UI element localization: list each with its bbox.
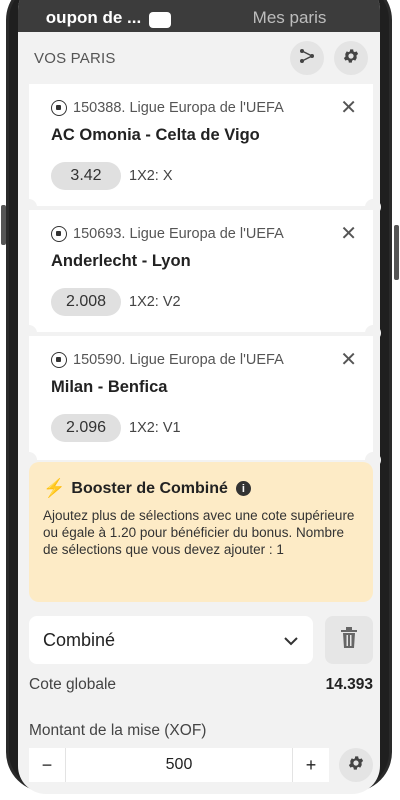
- league-line: 150693. Ligue Europa de l'UEFA: [51, 226, 284, 242]
- booster-title-row: ⚡ Booster de Combiné i: [43, 478, 359, 499]
- odds-pill: 2.096: [51, 414, 121, 442]
- info-icon[interactable]: i: [235, 481, 251, 496]
- tab-count-badge: [149, 12, 172, 28]
- league-line: 150590. Ligue Europa de l'UEFA: [51, 352, 284, 368]
- league-line: 150388. Ligue Europa de l'UEFA: [51, 100, 284, 116]
- page-title: VOS PARIS: [34, 49, 116, 67]
- top-tabs: oupon de ... Mes paris: [18, 0, 380, 32]
- soccer-ball-icon: [51, 100, 67, 116]
- share-icon: [299, 48, 315, 69]
- bet-card: 150388. Ligue Europa de l'UEFA AC Omonia…: [29, 84, 373, 206]
- stake-label-row: Montant de la mise (XOF): [29, 722, 373, 740]
- tab-mes-paris[interactable]: Mes paris: [199, 0, 380, 32]
- stake-settings-button[interactable]: [339, 748, 373, 782]
- stake-label: Montant de la mise (XOF): [29, 722, 207, 739]
- market-label: 1X2: V2: [129, 294, 181, 310]
- booster-panel: ⚡ Booster de Combiné i Ajoutez plus de s…: [29, 462, 373, 602]
- league-name: 150388. Ligue Europa de l'UEFA: [73, 100, 284, 116]
- market-label: 1X2: X: [129, 168, 173, 184]
- stake-input[interactable]: 500: [65, 748, 293, 782]
- close-icon[interactable]: ✕: [340, 98, 357, 118]
- share-button[interactable]: [290, 41, 324, 75]
- tab-label: Mes paris: [252, 8, 327, 27]
- soccer-ball-icon: [51, 226, 67, 242]
- decrease-stake-button[interactable]: −: [29, 755, 65, 776]
- settings-button[interactable]: [334, 41, 368, 75]
- lightning-icon: ⚡: [43, 478, 66, 498]
- close-icon[interactable]: ✕: [340, 350, 357, 370]
- total-odds-row: Cote globale 14.393: [29, 676, 373, 694]
- odds-pill: 3.42: [51, 162, 121, 190]
- booster-title: Booster de Combiné: [71, 479, 228, 497]
- close-icon[interactable]: ✕: [340, 224, 357, 244]
- match-name: Milan - Benfica: [51, 378, 168, 396]
- bets-header: VOS PARIS: [18, 38, 380, 78]
- gear-icon: [342, 47, 360, 70]
- bet-type-value: Combiné: [43, 629, 116, 650]
- booster-description: Ajoutez plus de sélections avec une cote…: [43, 508, 355, 557]
- trash-icon: [339, 626, 359, 654]
- stake-stepper: − 500 +: [29, 748, 329, 782]
- match-name: Anderlecht - Lyon: [51, 252, 191, 270]
- match-name: AC Omonia - Celta de Vigo: [51, 126, 260, 144]
- clear-bets-button[interactable]: [325, 616, 373, 664]
- total-odds-value: 14.393: [325, 676, 373, 693]
- gear-icon: [347, 754, 365, 777]
- league-name: 150590. Ligue Europa de l'UEFA: [73, 352, 284, 368]
- market-label: 1X2: V1: [129, 420, 181, 436]
- odds-pill: 2.008: [51, 288, 121, 316]
- bet-card: 150590. Ligue Europa de l'UEFA Milan - B…: [29, 336, 373, 460]
- phone-side-button: [394, 225, 399, 280]
- bet-card: 150693. Ligue Europa de l'UEFA Anderlech…: [29, 210, 373, 332]
- tab-label: oupon de ...: [45, 8, 142, 27]
- increase-stake-button[interactable]: +: [293, 755, 329, 776]
- bet-type-select[interactable]: Combiné: [29, 616, 313, 664]
- total-odds-label: Cote globale: [29, 676, 117, 693]
- chevron-down-icon: [283, 630, 299, 651]
- soccer-ball-icon: [51, 352, 67, 368]
- league-name: 150693. Ligue Europa de l'UEFA: [73, 226, 284, 242]
- tab-coupon[interactable]: oupon de ...: [18, 0, 199, 32]
